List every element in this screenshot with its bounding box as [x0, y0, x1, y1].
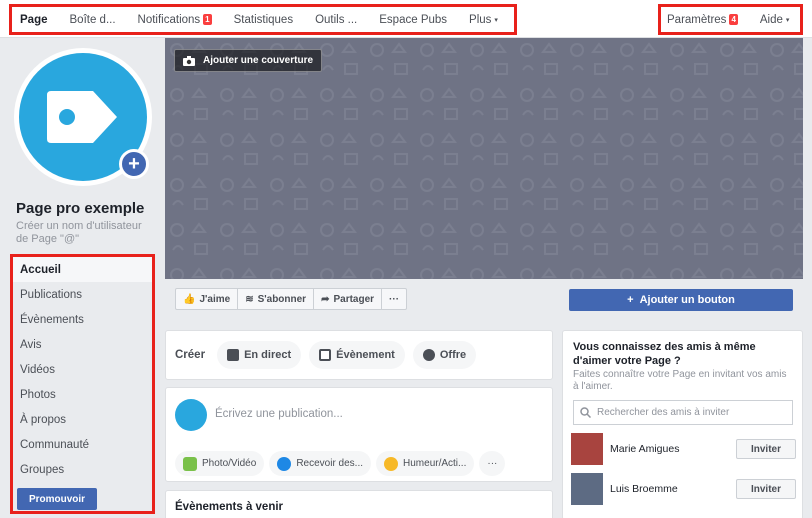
- page-sidebar-menu: Accueil Publications Évènements Avis Vid…: [10, 254, 155, 514]
- sidebar-item-home[interactable]: Accueil: [13, 257, 152, 282]
- tab-tools[interactable]: Outils ...: [315, 14, 357, 26]
- notifications-badge: 1: [203, 14, 212, 25]
- invite-title: Vous connaissez des amis à même d'aimer …: [573, 341, 756, 367]
- tab-page[interactable]: Page: [20, 14, 48, 26]
- sidebar-item-photos[interactable]: Photos: [13, 382, 152, 407]
- page-title: Page pro exemple: [16, 200, 145, 217]
- create-event-button[interactable]: Évènement: [309, 341, 405, 369]
- avatar: [571, 473, 603, 505]
- avatar: [571, 433, 603, 465]
- get-messages-button[interactable]: Recevoir des...: [269, 451, 372, 476]
- invite-friends-card: Vous connaissez des amis à même d'aimer …: [562, 330, 803, 518]
- create-card: Créer En direct Évènement Offre: [165, 330, 553, 380]
- tab-notifications[interactable]: Notifications 1: [138, 14, 212, 26]
- feeling-activity-button[interactable]: Humeur/Acti...: [376, 451, 475, 476]
- thumbs-up-icon: 👍: [183, 293, 196, 305]
- page-actions-group: 👍 J'aime ≋ S'abonner ➦ Partager ···: [175, 288, 408, 310]
- upcoming-events-card: Évènements à venir: [165, 490, 553, 518]
- sidebar-item-about[interactable]: À propos: [13, 407, 152, 432]
- calendar-icon: [319, 349, 332, 361]
- tab-more[interactable]: Plus ▾: [469, 14, 498, 26]
- photo-icon: [183, 456, 197, 471]
- sidebar-item-groups[interactable]: Groupes: [13, 457, 152, 482]
- video-camera-icon: [227, 349, 240, 361]
- cover-photo-area: Ajouter une couverture: [165, 38, 803, 279]
- add-photo-button[interactable]: +: [119, 149, 149, 179]
- go-live-button[interactable]: En direct: [217, 341, 302, 369]
- add-button-button[interactable]: + Ajouter un bouton: [569, 289, 793, 311]
- share-button[interactable]: ➦ Partager: [314, 289, 383, 309]
- promote-button[interactable]: Promouvoir: [17, 488, 97, 510]
- follow-button[interactable]: ≋ S'abonner: [238, 289, 315, 309]
- page-nav-settings: Paramètres 4 Aide ▾: [658, 4, 803, 35]
- create-label: Créer: [175, 349, 206, 361]
- photo-video-button[interactable]: Photo/Vidéo: [175, 451, 265, 476]
- sidebar-item-community[interactable]: Communauté: [13, 432, 152, 457]
- create-username-link[interactable]: Créer un nom d'utilisateur de Page "@": [16, 220, 156, 246]
- events-title: Évènements à venir: [175, 501, 284, 513]
- create-offer-button[interactable]: Offre: [412, 341, 477, 369]
- more-options-button[interactable]: ···: [479, 451, 506, 476]
- invite-description: Faites connaître votre Page en invitant …: [573, 369, 787, 392]
- tab-inbox[interactable]: Boîte d...: [70, 14, 116, 26]
- composer-avatar: [175, 399, 207, 431]
- rss-icon: ≋: [245, 293, 254, 305]
- messenger-icon: [277, 456, 292, 471]
- search-icon: [580, 407, 591, 418]
- friend-name: Luis Broemme: [610, 483, 678, 495]
- settings-link[interactable]: Paramètres 4: [667, 14, 738, 26]
- page-top-nav: Page Boîte d... Notifications 1 Statistiq…: [0, 0, 812, 38]
- more-actions-button[interactable]: ···: [382, 289, 406, 309]
- invite-search-input[interactable]: Rechercher des amis à inviter: [573, 400, 793, 425]
- list-item: Marie Amigues Inviter: [571, 433, 796, 465]
- settings-badge: 4: [729, 14, 738, 25]
- page-nav-tabs: Page Boîte d... Notifications 1 Statistiq…: [9, 4, 517, 35]
- invite-button[interactable]: Inviter: [736, 479, 796, 499]
- plus-icon: +: [627, 294, 634, 306]
- share-arrow-icon: ➦: [321, 293, 330, 305]
- like-button[interactable]: 👍 J'aime: [176, 289, 239, 309]
- post-composer: Écrivez une publication... Photo/Vidéo R…: [165, 387, 553, 482]
- smiley-icon: [384, 456, 399, 471]
- composer-options: Photo/Vidéo Recevoir des... Humeur/Acti.…: [175, 451, 506, 476]
- list-item: Luis Broemme Inviter: [571, 473, 796, 505]
- tab-ads-center[interactable]: Espace Pubs: [379, 14, 447, 26]
- cover-pattern: [165, 38, 803, 279]
- friend-name: Marie Amigues: [610, 443, 680, 455]
- sidebar-item-events[interactable]: Évènements: [13, 307, 152, 332]
- chevron-down-icon: ▾: [785, 16, 790, 24]
- sidebar-item-posts[interactable]: Publications: [13, 282, 152, 307]
- page-action-bar: 👍 J'aime ≋ S'abonner ➦ Partager ··· + Aj…: [165, 279, 803, 320]
- sidebar-item-videos[interactable]: Vidéos: [13, 357, 152, 382]
- chevron-down-icon: ▾: [494, 16, 498, 24]
- sidebar-item-reviews[interactable]: Avis: [13, 332, 152, 357]
- post-input[interactable]: Écrivez une publication...: [215, 408, 343, 420]
- camera-icon: [183, 55, 195, 66]
- tab-insights[interactable]: Statistiques: [234, 14, 293, 26]
- invite-button[interactable]: Inviter: [736, 439, 796, 459]
- left-column: + Page pro exemple Créer un nom d'utilis…: [0, 38, 160, 518]
- offer-tag-icon: [422, 349, 435, 361]
- help-link[interactable]: Aide ▾: [760, 14, 790, 26]
- add-cover-button[interactable]: Ajouter une couverture: [174, 49, 323, 72]
